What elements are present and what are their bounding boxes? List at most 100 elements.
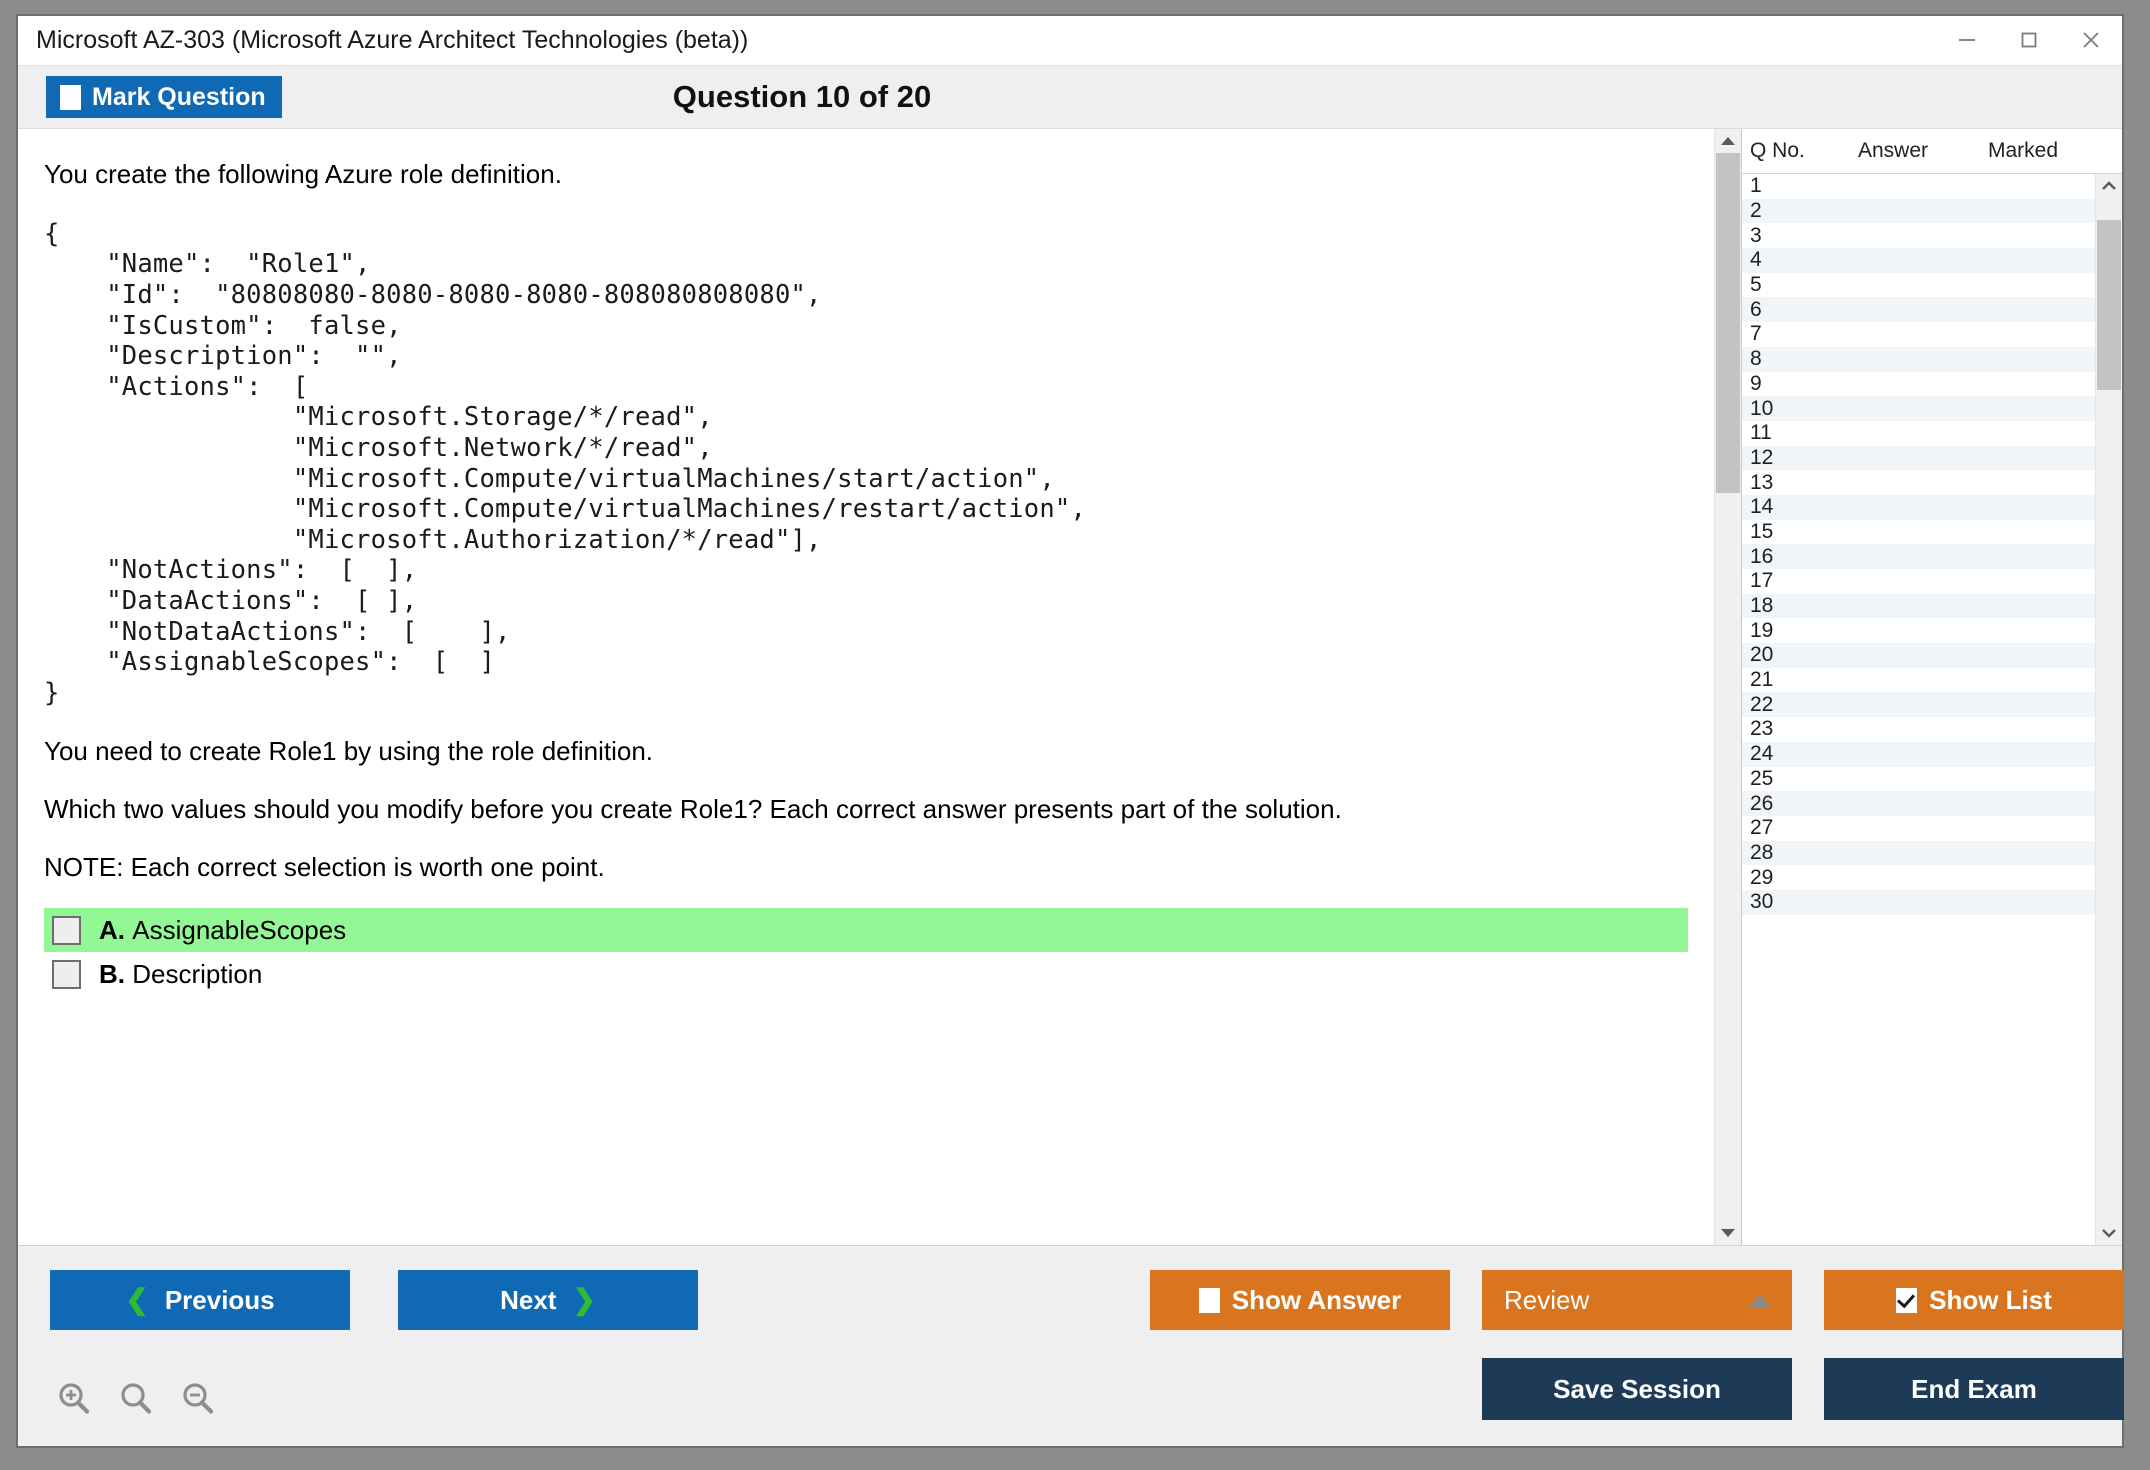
question-list-row[interactable]: 27 — [1742, 816, 2095, 841]
question-list-row[interactable]: 9 — [1742, 372, 2095, 397]
review-dropdown[interactable]: Review — [1482, 1270, 1792, 1330]
question-list-row[interactable]: 8 — [1742, 347, 2095, 372]
answer-option-b-label: B. Description — [99, 959, 262, 990]
zoom-in-icon[interactable] — [54, 1379, 94, 1424]
window-title: Microsoft AZ-303 (Microsoft Azure Archit… — [18, 26, 748, 55]
minimize-icon[interactable] — [1936, 16, 1998, 64]
question-list-row[interactable]: 24 — [1742, 742, 2095, 767]
chevron-up-icon — [1750, 1294, 1770, 1307]
question-list-row[interactable]: 28 — [1742, 841, 2095, 866]
answer-option-b-checkbox[interactable] — [52, 960, 81, 989]
question-list-row-number: 5 — [1742, 273, 1858, 297]
question-scroll-thumb[interactable] — [1716, 153, 1740, 493]
question-list-row-number: 15 — [1742, 520, 1858, 544]
scroll-down-icon[interactable] — [1715, 1221, 1741, 1245]
question-list-row[interactable]: 1 — [1742, 174, 2095, 199]
answer-option-b[interactable]: B. Description — [44, 952, 1688, 996]
question-list-row[interactable]: 16 — [1742, 544, 2095, 569]
question-intro: You create the following Azure role defi… — [44, 157, 1688, 193]
scroll-up-icon[interactable] — [1715, 129, 1741, 153]
list-scroll-down-icon[interactable] — [2096, 1221, 2122, 1245]
question-list-row-number: 23 — [1742, 717, 1858, 741]
chevron-left-icon: ❮ — [125, 1286, 148, 1314]
question-list-row-number: 28 — [1742, 841, 1858, 865]
question-list-row-number: 9 — [1742, 372, 1858, 396]
question-list-row[interactable]: 25 — [1742, 767, 2095, 792]
question-note: NOTE: Each correct selection is worth on… — [44, 850, 1688, 886]
question-list-row-number: 22 — [1742, 693, 1858, 717]
question-list-row-number: 14 — [1742, 495, 1858, 519]
question-list-rows[interactable]: 1234567891011121314151617181920212223242… — [1742, 174, 2095, 1245]
mark-question-checkbox[interactable] — [60, 85, 81, 110]
title-bar: Microsoft AZ-303 (Microsoft Azure Archit… — [18, 16, 2122, 65]
show-answer-checkbox[interactable] — [1199, 1288, 1220, 1313]
question-list-row[interactable]: 2 — [1742, 199, 2095, 224]
next-button[interactable]: Next ❯ — [398, 1270, 698, 1330]
answer-option-b-text: Description — [132, 959, 262, 989]
list-scroll-thumb[interactable] — [2097, 220, 2121, 390]
question-list-panel: Q No. Answer Marked 12345678910111213141… — [1741, 129, 2122, 1245]
question-list-row[interactable]: 10 — [1742, 396, 2095, 421]
answer-option-a[interactable]: A. AssignableScopes — [44, 908, 1688, 952]
question-list-row[interactable]: 13 — [1742, 470, 2095, 495]
question-list-row-number: 25 — [1742, 767, 1858, 791]
question-list-row[interactable]: 18 — [1742, 594, 2095, 619]
review-label: Review — [1504, 1285, 1589, 1316]
question-list-row[interactable]: 4 — [1742, 248, 2095, 273]
list-scroll-up-icon[interactable] — [2096, 174, 2122, 198]
answer-option-a-label: A. AssignableScopes — [99, 915, 346, 946]
previous-button[interactable]: ❮ Previous — [50, 1270, 350, 1330]
question-list-row[interactable]: 15 — [1742, 520, 2095, 545]
question-list-row-number: 1 — [1742, 174, 1858, 198]
question-list-row[interactable]: 29 — [1742, 865, 2095, 890]
question-list-row[interactable]: 6 — [1742, 297, 2095, 322]
question-list-row-number: 4 — [1742, 248, 1858, 272]
question-content: You create the following Azure role defi… — [18, 129, 1714, 996]
question-list-row[interactable]: 5 — [1742, 273, 2095, 298]
save-session-button[interactable]: Save Session — [1482, 1358, 1792, 1420]
question-list-row-number: 11 — [1742, 421, 1858, 445]
column-header-qno: Q No. — [1742, 139, 1858, 163]
question-list-row[interactable]: 21 — [1742, 668, 2095, 693]
exam-header: Mark Question Question 10 of 20 — [18, 65, 2122, 128]
list-scroll-track[interactable] — [2096, 198, 2122, 1221]
zoom-reset-icon[interactable] — [116, 1379, 156, 1424]
question-list-row[interactable]: 11 — [1742, 421, 2095, 446]
next-label: Next — [500, 1285, 556, 1316]
exam-footer: ❮ Previous Next ❯ Show Answer Review Sho… — [18, 1245, 2122, 1446]
question-list-row[interactable]: 26 — [1742, 791, 2095, 816]
question-scroll-track[interactable] — [1715, 153, 1741, 1221]
question-list-scrollbar[interactable] — [2095, 174, 2122, 1245]
question-pane: You create the following Azure role defi… — [18, 129, 1714, 1245]
question-list-row-number: 26 — [1742, 792, 1858, 816]
chevron-right-icon: ❯ — [572, 1286, 595, 1314]
question-list-row[interactable]: 3 — [1742, 223, 2095, 248]
question-list-row[interactable]: 30 — [1742, 890, 2095, 915]
zoom-controls — [54, 1379, 218, 1424]
question-list-row[interactable]: 12 — [1742, 446, 2095, 471]
close-icon[interactable] — [2060, 16, 2122, 64]
question-counter: Question 10 of 20 — [673, 79, 931, 115]
mark-question-button[interactable]: Mark Question — [46, 76, 282, 118]
question-pane-scrollbar[interactable] — [1714, 129, 1741, 1245]
question-list-row[interactable]: 7 — [1742, 322, 2095, 347]
question-list-row[interactable]: 23 — [1742, 717, 2095, 742]
question-list-row[interactable]: 19 — [1742, 618, 2095, 643]
zoom-out-icon[interactable] — [178, 1379, 218, 1424]
question-list-row[interactable]: 22 — [1742, 692, 2095, 717]
column-header-answer: Answer — [1858, 139, 1988, 163]
question-list-row-number: 6 — [1742, 298, 1858, 322]
question-list-row[interactable]: 20 — [1742, 643, 2095, 668]
question-list-row[interactable]: 14 — [1742, 495, 2095, 520]
end-exam-button[interactable]: End Exam — [1824, 1358, 2124, 1420]
show-list-checkbox[interactable] — [1896, 1288, 1917, 1313]
question-list-row-number: 7 — [1742, 322, 1858, 346]
show-list-button[interactable]: Show List — [1824, 1270, 2124, 1330]
page-title: Question 10 of 20 — [18, 79, 2122, 115]
answer-option-a-checkbox[interactable] — [52, 916, 81, 945]
show-answer-button[interactable]: Show Answer — [1150, 1270, 1450, 1330]
maximize-icon[interactable] — [1998, 16, 2060, 64]
question-list-header: Q No. Answer Marked — [1742, 129, 2122, 174]
question-list-row[interactable]: 17 — [1742, 569, 2095, 594]
save-session-label: Save Session — [1553, 1374, 1721, 1405]
